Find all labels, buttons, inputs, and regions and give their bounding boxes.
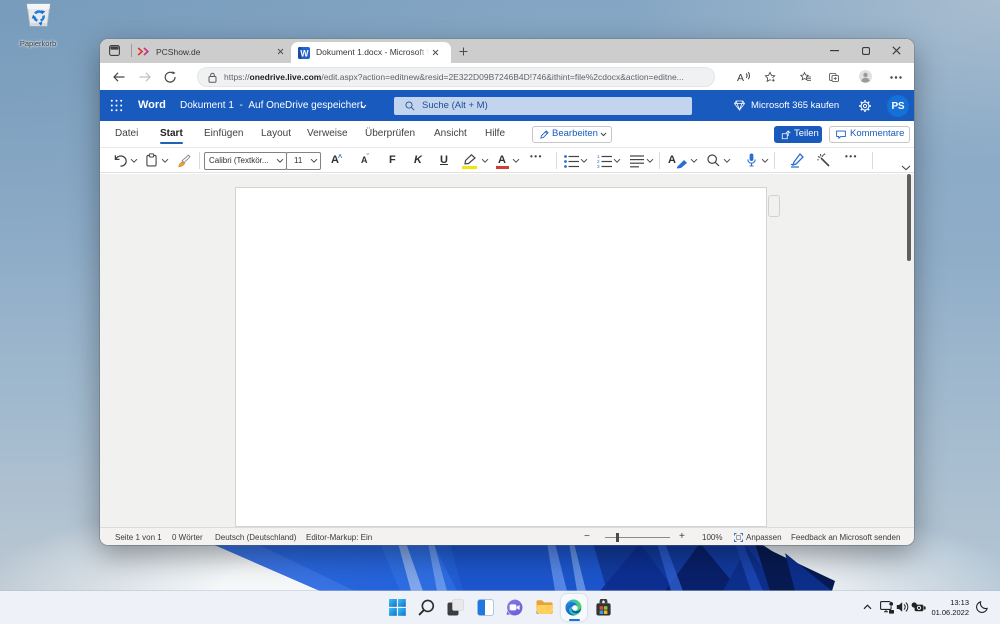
svg-text:A: A <box>737 72 744 83</box>
svg-text:W: W <box>300 48 309 58</box>
svg-text:3: 3 <box>597 164 600 168</box>
